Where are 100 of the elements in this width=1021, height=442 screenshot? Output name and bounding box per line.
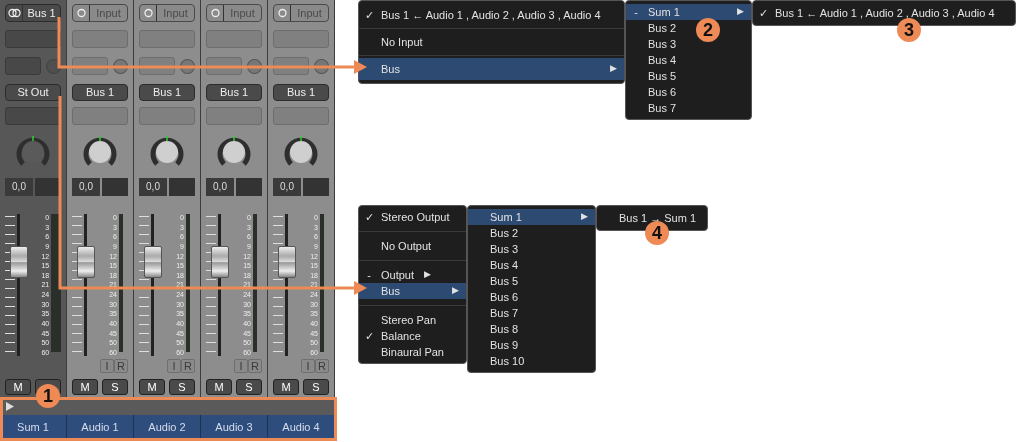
value-field [35, 178, 61, 196]
menu-item-label: Binaural Pan [381, 344, 445, 360]
solo-button[interactable]: S [169, 379, 195, 395]
menu-item[interactable]: Bus 10 [468, 353, 535, 369]
output-button[interactable]: Bus 1 [72, 84, 128, 101]
effect-slot[interactable] [5, 107, 61, 125]
menu-item[interactable]: Bus 6 [468, 289, 529, 305]
menu-item-label: Bus 5 [490, 273, 520, 289]
menu-item-label: Bus 2 [648, 20, 678, 36]
menu-item-label: Bus 2 [490, 225, 520, 241]
menu-item[interactable]: Bus 3 [626, 36, 687, 52]
ring-icon [275, 8, 289, 18]
submenu-arrow: ▶ [579, 210, 589, 224]
menu-item[interactable]: Bus 3 [468, 241, 529, 257]
play-icon[interactable] [6, 402, 14, 411]
menu-item[interactable]: Bus 7 [626, 100, 687, 116]
fader-thumb[interactable] [144, 246, 162, 279]
menu-mark: ✓ [363, 209, 375, 225]
menu-item-label: Bus 5 [648, 68, 678, 84]
menu-item[interactable]: No Input [359, 31, 433, 53]
input-button[interactable]: Bus 1 [5, 4, 61, 22]
submenu-arrow: ▶ [422, 268, 432, 282]
menu-item-label: Bus [381, 61, 401, 77]
track-name[interactable]: Audio 2 [134, 415, 201, 440]
menu-item-label: Sum 1 [490, 209, 523, 225]
value-field [303, 178, 329, 196]
menu-item-label: Bus 6 [648, 84, 678, 100]
pan-value: 0,0 [5, 178, 33, 196]
menu-item[interactable]: Bus ▶ [359, 283, 466, 299]
solo-button[interactable]: S [102, 379, 128, 395]
menu-item[interactable]: Bus 6 [626, 84, 687, 100]
menu-item[interactable]: No Output [359, 238, 442, 254]
menu-item[interactable]: Bus 5 [626, 68, 687, 84]
track-name[interactable]: Audio 3 [201, 415, 268, 440]
ring-icon [208, 8, 222, 18]
menu-item[interactable]: Bus 4 [468, 257, 529, 273]
menu-item-label: Bus [381, 283, 401, 299]
menu-item[interactable]: - Output ▶ [359, 267, 439, 283]
menu-item[interactable]: Bus 2 [468, 225, 529, 241]
menu-item-label: Stereo Output [381, 209, 451, 225]
submenu-arrow: ▶ [450, 284, 460, 298]
menu-item[interactable]: Bus 9 [468, 337, 529, 353]
menu-item[interactable]: Bus 5 [468, 273, 529, 289]
menu-item-label: Bus 6 [490, 289, 520, 305]
solo-button[interactable]: S [303, 379, 329, 395]
menu-item-label: Balance [381, 328, 422, 344]
solo-button[interactable]: S [236, 379, 262, 395]
insert-slot[interactable] [5, 30, 61, 48]
menu-item[interactable]: ✓ Bus 1 ← Audio 1 , Audio 2 , Audio 3 , Audio 4 [359, 4, 611, 26]
menu-item[interactable]: ✓ Balance [359, 328, 431, 344]
pan-value: 0,0 [206, 178, 234, 196]
menu-item-label: Bus 4 [648, 52, 678, 68]
menu-item[interactable]: Bus 7 [468, 305, 529, 321]
menu-mark: ✓ [363, 328, 375, 344]
menu-mark: ✓ [757, 5, 769, 21]
output-button[interactable]: Bus 1 [273, 84, 329, 101]
value-field [169, 178, 195, 196]
menu-item-label: Bus 7 [648, 100, 678, 116]
fader-thumb[interactable] [9, 246, 28, 279]
submenu-arrow: ▶ [735, 5, 745, 19]
fader-thumb[interactable] [211, 246, 229, 279]
mute-button[interactable]: M [273, 379, 299, 395]
output-button[interactable]: Bus 1 [206, 84, 262, 101]
menu-mark: ✓ [363, 7, 375, 23]
callout-number: 3 [897, 18, 921, 42]
menu-mark: - [633, 4, 639, 20]
menu-item-label: No Input [381, 34, 424, 50]
output-button[interactable]: Bus 1 [139, 84, 195, 101]
output-button[interactable]: St Out [5, 84, 61, 101]
menu-item[interactable]: Binaural Pan [359, 344, 454, 360]
menu-item[interactable]: Bus ▶ [359, 58, 624, 80]
mute-button[interactable]: M [5, 379, 31, 395]
callout-number: 4 [645, 221, 669, 245]
menu-item-label: No Output [381, 238, 433, 254]
mute-button[interactable]: M [72, 379, 98, 395]
mute-button[interactable]: M [139, 379, 165, 395]
ring-icon [74, 8, 88, 18]
menu-item[interactable]: ✓ Stereo Output [359, 209, 460, 225]
menu-item-label: Output [381, 267, 416, 283]
menu-item[interactable]: Bus 8 [468, 321, 529, 337]
menu-item-label: Bus 1 ← Audio 1 , Audio 2 , Audio 3 , Audio 4 [775, 5, 996, 21]
track-name[interactable]: Audio 1 [67, 415, 134, 440]
menu-item[interactable]: Sum 1 ▶ [468, 209, 595, 225]
menu-item-label: Bus 3 [490, 241, 520, 257]
fader-thumb[interactable] [278, 246, 296, 279]
menu-item-label: Bus 3 [648, 36, 678, 52]
menu-item-label: Bus 1 ← Audio 1 , Audio 2 , Audio 3 , Audio 4 [381, 7, 602, 23]
value-field [102, 178, 128, 196]
menu-item[interactable]: Bus 4 [626, 52, 687, 68]
pan-value: 0,0 [273, 178, 301, 196]
pan-value: 0,0 [72, 178, 100, 196]
menu-item[interactable]: - Sum 1 ▶ [626, 4, 751, 20]
mute-button[interactable]: M [206, 379, 232, 395]
menu-item-label: Bus 4 [490, 257, 520, 273]
menu-item-label: Sum 1 [648, 4, 681, 20]
menu-mark: - [366, 267, 372, 283]
fader-thumb[interactable] [77, 246, 95, 279]
menu-item[interactable]: Bus 2 [626, 20, 687, 36]
ring-icon [141, 8, 155, 18]
menu-item[interactable]: Stereo Pan [359, 312, 447, 328]
